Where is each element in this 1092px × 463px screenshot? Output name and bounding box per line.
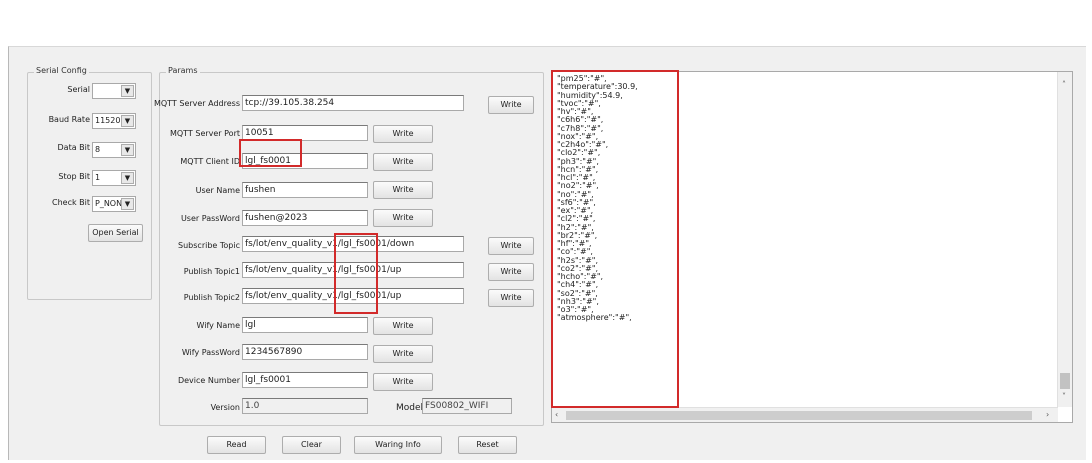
clear-button[interactable]: Clear [282,436,341,454]
mqtt-server-address-input[interactable]: tcp://39.105.38.254 [242,95,464,111]
chevron-down-icon[interactable]: ▼ [121,115,134,127]
mqtt-server-port-label: MQTT Server Port [169,129,240,138]
version-field: 1.0 [242,398,368,414]
chevron-down-icon[interactable]: ˅ [1062,392,1066,401]
wify-password-input[interactable]: 1234567890 [242,344,368,360]
check-bit-label: Check Bit [52,198,90,207]
waring-info-button[interactable]: Waring Info [354,436,442,454]
mqtt-server-address-write-button[interactable]: Write [488,96,534,114]
vertical-scroll-thumb[interactable] [1060,373,1070,389]
device-number-label: Device Number [177,376,240,385]
mqtt-client-id-write-button[interactable]: Write [373,153,433,171]
vertical-scrollbar[interactable]: ˄ ˅ [1057,72,1072,407]
baud-rate-select[interactable]: 115200 ▼ [92,113,136,129]
publish-topic2-write-button[interactable]: Write [488,289,534,307]
horizontal-scrollbar[interactable]: ‹ › [552,407,1058,422]
serial-select[interactable]: ▼ [92,83,136,99]
topic-id-highlight [334,233,378,314]
device-number-write-button[interactable]: Write [373,373,433,391]
subscribe-topic-label: Subscribe Topic [178,241,240,250]
stop-bit-label: Stop Bit [58,172,90,181]
chevron-right-icon[interactable]: › [1046,410,1049,419]
open-serial-button[interactable]: Open Serial [88,224,143,242]
baud-rate-label: Baud Rate [48,115,90,124]
publish-topic1-write-button[interactable]: Write [488,263,534,281]
chevron-down-icon[interactable]: ▼ [121,198,134,210]
user-password-input[interactable]: fushen@2023 [242,210,368,226]
wify-name-input[interactable]: lgl [242,317,368,333]
chevron-down-icon[interactable]: ▼ [121,85,134,97]
user-password-label: User PassWord [180,214,240,223]
version-label: Version [210,403,240,412]
chevron-up-icon[interactable]: ˄ [1062,80,1066,89]
user-password-write-button[interactable]: Write [373,209,433,227]
serial-label: Serial [67,85,90,94]
user-name-input[interactable]: fushen [242,182,368,198]
device-number-input[interactable]: lgl_fs0001 [242,372,368,388]
subscribe-topic-write-button[interactable]: Write [488,237,534,255]
serial-config-title: Serial Config [34,66,89,75]
app-window: Serial Config Serial ▼ Baud Rate 115200 … [8,46,1086,460]
data-bit-select[interactable]: 8 ▼ [92,142,136,158]
json-highlight [551,70,679,408]
stop-bit-select[interactable]: 1 ▼ [92,170,136,186]
serial-config-group: Serial Config Serial ▼ Baud Rate 115200 … [27,66,152,300]
reset-button[interactable]: Reset [458,436,517,454]
params-title: Params [166,66,200,75]
wify-name-write-button[interactable]: Write [373,317,433,335]
chevron-left-icon[interactable]: ‹ [555,410,558,419]
publish-topic1-label: Publish Topic1 [183,267,240,276]
params-group: Params MQTT Server Address tcp://39.105.… [154,66,544,426]
user-name-label: User Name [195,186,240,195]
model-field: FS00802_WIFI [422,398,512,414]
chevron-down-icon[interactable]: ▼ [121,144,134,156]
wify-password-label: Wify PassWord [181,348,240,357]
client-id-highlight [239,139,302,167]
mqtt-client-id-label: MQTT Client ID [180,157,240,166]
user-name-write-button[interactable]: Write [373,181,433,199]
read-button[interactable]: Read [207,436,266,454]
publish-topic2-label: Publish Topic2 [183,293,240,302]
chevron-down-icon[interactable]: ▼ [121,172,134,184]
horizontal-scroll-thumb[interactable] [566,411,1032,420]
mqtt-server-address-label: MQTT Server Address [153,99,240,108]
wify-name-label: Wify Name [196,321,240,330]
mqtt-server-port-write-button[interactable]: Write [373,125,433,143]
wify-password-write-button[interactable]: Write [373,345,433,363]
check-bit-select[interactable]: P_NONE ▼ [92,196,136,212]
data-bit-label: Data Bit [57,143,91,152]
model-label: Model [396,403,424,413]
